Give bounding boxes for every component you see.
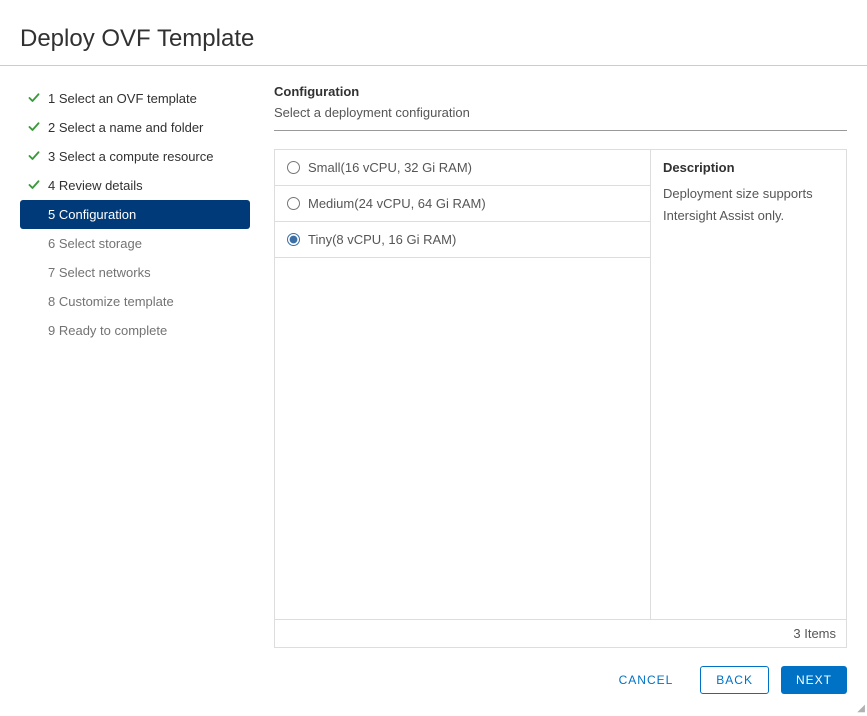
description-text: Deployment size supports Intersight Assi…: [663, 183, 834, 227]
step-label: 9 Ready to complete: [48, 321, 167, 340]
options-column: Small(16 vCPU, 32 Gi RAM) Medium(24 vCPU…: [275, 150, 651, 619]
step-select-ovf-template[interactable]: 1 Select an OVF template: [20, 84, 250, 113]
option-tiny[interactable]: Tiny(8 vCPU, 16 Gi RAM): [275, 222, 650, 258]
step-select-name-folder[interactable]: 2 Select a name and folder: [20, 113, 250, 142]
option-small[interactable]: Small(16 vCPU, 32 Gi RAM): [275, 150, 650, 186]
step-review-details[interactable]: 4 Review details: [20, 171, 250, 200]
option-label: Small(16 vCPU, 32 Gi RAM): [308, 160, 472, 175]
description-column: Description Deployment size supports Int…: [651, 150, 846, 619]
resize-handle-icon[interactable]: ◢: [857, 704, 865, 714]
option-label: Medium(24 vCPU, 64 Gi RAM): [308, 196, 486, 211]
step-label: 1 Select an OVF template: [48, 89, 197, 108]
button-bar: CANCEL BACK NEXT: [604, 666, 847, 694]
option-small-radio[interactable]: [287, 161, 300, 174]
option-label: Tiny(8 vCPU, 16 Gi RAM): [308, 232, 456, 247]
step-select-storage: 6 Select storage: [20, 229, 250, 258]
step-label: 8 Customize template: [48, 292, 174, 311]
configuration-area: Small(16 vCPU, 32 Gi RAM) Medium(24 vCPU…: [274, 149, 847, 648]
step-select-compute-resource[interactable]: 3 Select a compute resource: [20, 142, 250, 171]
panel-heading: Configuration: [274, 84, 847, 99]
step-label: 3 Select a compute resource: [48, 147, 213, 166]
next-button[interactable]: NEXT: [781, 666, 847, 694]
step-label: 6 Select storage: [48, 234, 142, 253]
items-count-bar: 3 Items: [275, 619, 846, 647]
panel-subtitle: Select a deployment configuration: [274, 105, 847, 120]
description-heading: Description: [663, 160, 834, 175]
checkmark-icon: [20, 177, 48, 195]
checkmark-icon: [20, 90, 48, 108]
option-medium[interactable]: Medium(24 vCPU, 64 Gi RAM): [275, 186, 650, 222]
dialog-title: Deploy OVF Template: [0, 0, 867, 66]
checkmark-icon: [20, 148, 48, 166]
step-configuration[interactable]: 5 Configuration: [20, 200, 250, 229]
wizard-steps: 1 Select an OVF template 2 Select a name…: [20, 66, 250, 648]
option-medium-radio[interactable]: [287, 197, 300, 210]
step-label: 2 Select a name and folder: [48, 118, 203, 137]
option-tiny-radio[interactable]: [287, 233, 300, 246]
step-customize-template: 8 Customize template: [20, 287, 250, 316]
step-label: 7 Select networks: [48, 263, 151, 282]
step-select-networks: 7 Select networks: [20, 258, 250, 287]
back-button[interactable]: BACK: [700, 666, 769, 694]
checkmark-icon: [20, 119, 48, 137]
step-label: 5 Configuration: [48, 205, 136, 224]
step-ready-to-complete: 9 Ready to complete: [20, 316, 250, 345]
cancel-button[interactable]: CANCEL: [604, 666, 689, 694]
main-panel: Configuration Select a deployment config…: [250, 66, 847, 648]
panel-divider: [274, 130, 847, 131]
step-label: 4 Review details: [48, 176, 143, 195]
